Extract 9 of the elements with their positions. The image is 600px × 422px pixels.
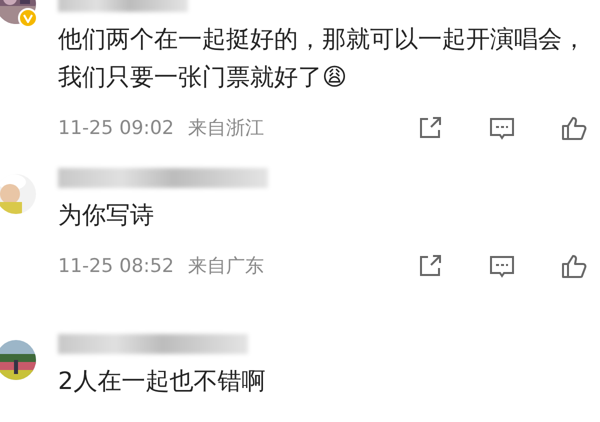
comment-time: 11-25 09:02 <box>58 117 174 139</box>
comment-time: 11-25 08:52 <box>58 255 174 277</box>
comment-location: 来自浙江 <box>188 116 264 141</box>
thumbs-up-icon[interactable] <box>560 252 588 280</box>
comment-text: 他们两个在一起挺好的，那就可以一起开演唱会，我们只要一张门票就好了😩 <box>58 24 587 93</box>
thumbs-up-icon[interactable] <box>560 114 588 142</box>
comment-text: 2人在一起也不错啊 <box>58 366 266 397</box>
comment-text: 为你写诗 <box>58 200 155 231</box>
comment-location: 来自广东 <box>188 254 264 279</box>
